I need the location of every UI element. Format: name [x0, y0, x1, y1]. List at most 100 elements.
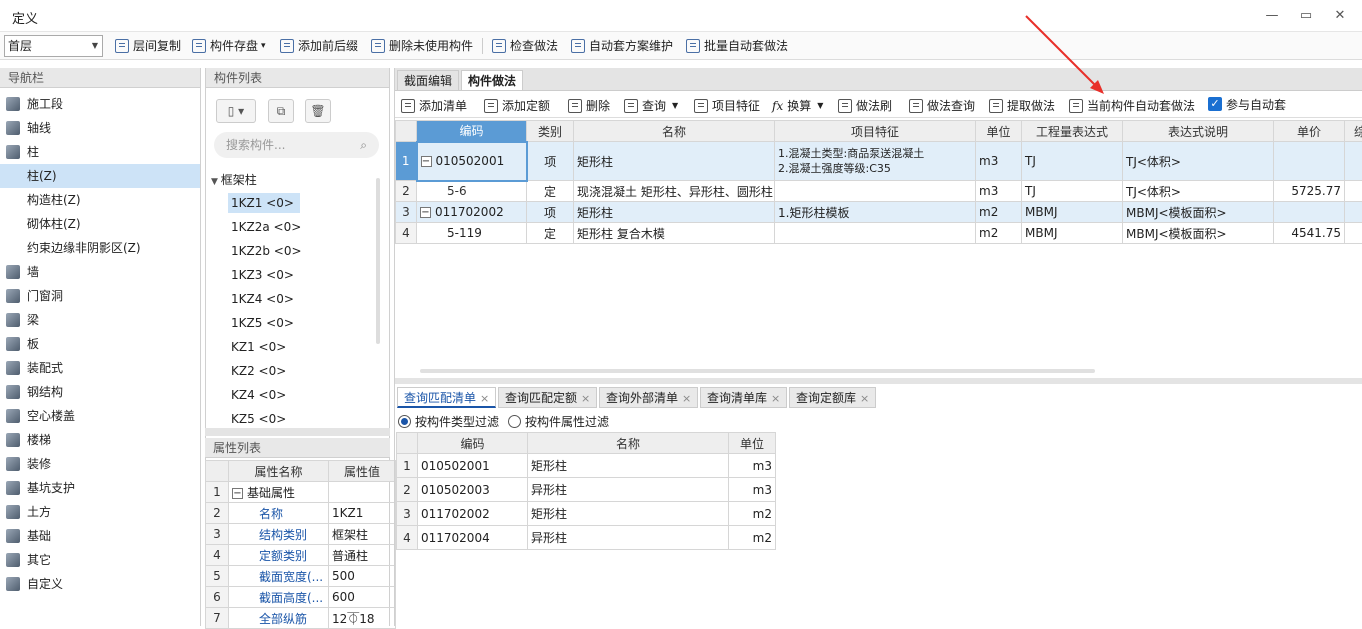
tab-query-quota-library[interactable]: 查询定额库× [789, 387, 876, 408]
table-hscrollbar[interactable] [420, 369, 1095, 373]
nav-item-6[interactable]: 约束边缘非阴影区(Z) [0, 236, 200, 260]
table-row[interactable]: 2 5-6 定 现浇混凝土 矩形柱、异形柱、圆形柱 m3 TJ TJ<体积> 5… [396, 181, 1362, 202]
nav-item-15[interactable]: 装修 [0, 452, 200, 476]
tab-query-list-library[interactable]: 查询清单库× [700, 387, 787, 408]
nav-item-7[interactable]: 墙 [0, 260, 200, 284]
nav-item-5[interactable]: 砌体柱(Z) [0, 212, 200, 236]
query-button[interactable]: 查询▼ [624, 97, 678, 115]
tab-query-match-list[interactable]: 查询匹配清单× [397, 387, 496, 408]
close-icon[interactable]: × [480, 392, 489, 405]
col-expr[interactable]: 工程量表达式 [1022, 121, 1123, 142]
q-col-name[interactable]: 名称 [528, 433, 729, 454]
nav-item-10[interactable]: 板 [0, 332, 200, 356]
component-item[interactable]: KZ4 <0> [228, 385, 300, 405]
col-code[interactable]: 编码 [417, 121, 527, 142]
method-query-button[interactable]: 做法查询 [909, 97, 975, 115]
nav-item-12[interactable]: 钢结构 [0, 380, 200, 404]
add-prefix-suffix-button[interactable]: 添加前后缀 [280, 37, 358, 55]
component-item[interactable]: 1KZ4 <0> [228, 289, 300, 309]
delete-button[interactable]: 删除 [568, 97, 610, 115]
nav-item-14[interactable]: 楼梯 [0, 428, 200, 452]
component-item[interactable]: 1KZ5 <0> [228, 313, 300, 333]
add-quota-button[interactable]: 添加定额 [484, 97, 550, 115]
nav-item-18[interactable]: 基础 [0, 524, 200, 548]
property-row[interactable]: 1−基础属性 [206, 482, 396, 503]
nav-item-20[interactable]: 自定义 [0, 572, 200, 596]
close-button[interactable]: ✕ [1332, 8, 1348, 24]
component-scrollbar[interactable] [376, 178, 380, 344]
property-row[interactable]: 2名称1KZ1 [206, 503, 396, 524]
col-feature[interactable]: 项目特征 [775, 121, 976, 142]
copy-component-button[interactable]: ⧉ [268, 99, 294, 123]
check-method-button[interactable]: 检查做法 [492, 37, 558, 55]
tab-component-method[interactable]: 构件做法 [461, 70, 523, 90]
component-item[interactable]: KZ5 <0> [228, 409, 300, 429]
restore-button[interactable]: ▭ [1298, 8, 1314, 24]
nav-item-19[interactable]: 其它 [0, 548, 200, 572]
component-item[interactable]: 1KZ1 <0> [228, 193, 300, 213]
delete-unused-button[interactable]: 删除未使用构件 [371, 37, 473, 55]
property-row[interactable]: 5截面宽度(...500 [206, 566, 396, 587]
col-type[interactable]: 类别 [527, 121, 574, 142]
component-item[interactable]: 1KZ2b <0> [228, 241, 300, 261]
nav-item-16[interactable]: 基坑支护 [0, 476, 200, 500]
nav-item-9[interactable]: 梁 [0, 308, 200, 332]
table-row[interactable]: 4 5-119 定 矩形柱 复合木模 m2 MBMJ MBMJ<模板面积> 45… [396, 223, 1362, 244]
component-item[interactable]: KZ1 <0> [228, 337, 300, 357]
property-row[interactable]: 4定额类别普通柱 [206, 545, 396, 566]
batch-auto-button[interactable]: 批量自动套做法 [686, 37, 788, 55]
item-feature-button[interactable]: 项目特征 [694, 97, 760, 115]
collapse-icon[interactable]: − [232, 488, 243, 499]
filter-by-type-radio[interactable]: 按构件类型过滤 [398, 413, 499, 430]
col-unit[interactable]: 单位 [976, 121, 1022, 142]
component-group[interactable]: ▼ 框架柱 [211, 171, 257, 188]
nav-item-1[interactable]: 轴线 [0, 116, 200, 140]
save-component-button[interactable]: 构件存盘▾ [192, 37, 266, 55]
query-row[interactable]: 2010502003异形柱m3 [397, 478, 776, 502]
filter-by-property-radio[interactable]: 按构件属性过滤 [508, 413, 609, 430]
component-item[interactable]: KZ2 <0> [228, 361, 300, 381]
table-row[interactable]: 1 −010502001 项 矩形柱 1.混凝土类型:商品泵送混凝土2.混凝土强… [396, 142, 1362, 181]
collapse-icon[interactable]: − [421, 156, 432, 167]
close-icon[interactable]: × [860, 392, 869, 405]
nav-item-2[interactable]: 柱 [0, 140, 200, 164]
property-row[interactable]: 7全部纵筋12⏁18 [206, 608, 396, 629]
participate-auto-checkbox[interactable]: ✓ [1208, 97, 1222, 111]
nav-item-17[interactable]: 土方 [0, 500, 200, 524]
col-extra[interactable]: 综 [1345, 121, 1362, 142]
property-row[interactable]: 6截面高度(...600 [206, 587, 396, 608]
col-name[interactable]: 名称 [574, 121, 775, 142]
q-col-unit[interactable]: 单位 [729, 433, 776, 454]
close-icon[interactable]: × [581, 392, 590, 405]
new-component-button[interactable]: ▯ ▾ [216, 99, 256, 123]
floor-select[interactable]: 首层▼ [4, 35, 103, 57]
component-item[interactable]: 1KZ3 <0> [228, 265, 300, 285]
nav-item-8[interactable]: 门窗洞 [0, 284, 200, 308]
auto-scheme-button[interactable]: 自动套方案维护 [571, 37, 673, 55]
query-row[interactable]: 1010502001矩形柱m3 [397, 454, 776, 478]
component-search-input[interactable]: 搜索构件...⌕ [214, 132, 379, 158]
property-row[interactable]: 3结构类别框架柱 [206, 524, 396, 545]
nav-item-0[interactable]: 施工段 [0, 92, 200, 116]
close-icon[interactable]: × [682, 392, 691, 405]
minimize-button[interactable]: — [1264, 8, 1280, 24]
convert-button[interactable]: fx换算▼ [772, 97, 823, 115]
component-item[interactable]: 1KZ2a <0> [228, 217, 300, 237]
col-desc[interactable]: 表达式说明 [1123, 121, 1274, 142]
tab-query-external-list[interactable]: 查询外部清单× [599, 387, 698, 408]
table-row[interactable]: 3 −011702002 项 矩形柱 1.矩形柱模板 m2 MBMJ MBMJ<… [396, 202, 1362, 223]
close-icon[interactable]: × [771, 392, 780, 405]
nav-item-3[interactable]: 柱(Z) [0, 164, 200, 188]
tab-section-edit[interactable]: 截面编辑 [397, 70, 459, 90]
copy-between-floors-button[interactable]: 层间复制 [115, 37, 181, 55]
col-price[interactable]: 单价 [1274, 121, 1345, 142]
query-row[interactable]: 3011702002矩形柱m2 [397, 502, 776, 526]
query-row[interactable]: 4011702004异形柱m2 [397, 526, 776, 550]
q-col-code[interactable]: 编码 [418, 433, 528, 454]
tab-query-match-quota[interactable]: 查询匹配定额× [498, 387, 597, 408]
method-brush-button[interactable]: 做法刷 [838, 97, 892, 115]
nav-item-13[interactable]: 空心楼盖 [0, 404, 200, 428]
delete-component-button[interactable]: 🗑 [305, 99, 331, 123]
collapse-icon[interactable]: − [420, 207, 431, 218]
add-list-button[interactable]: 添加清单 [401, 97, 467, 115]
